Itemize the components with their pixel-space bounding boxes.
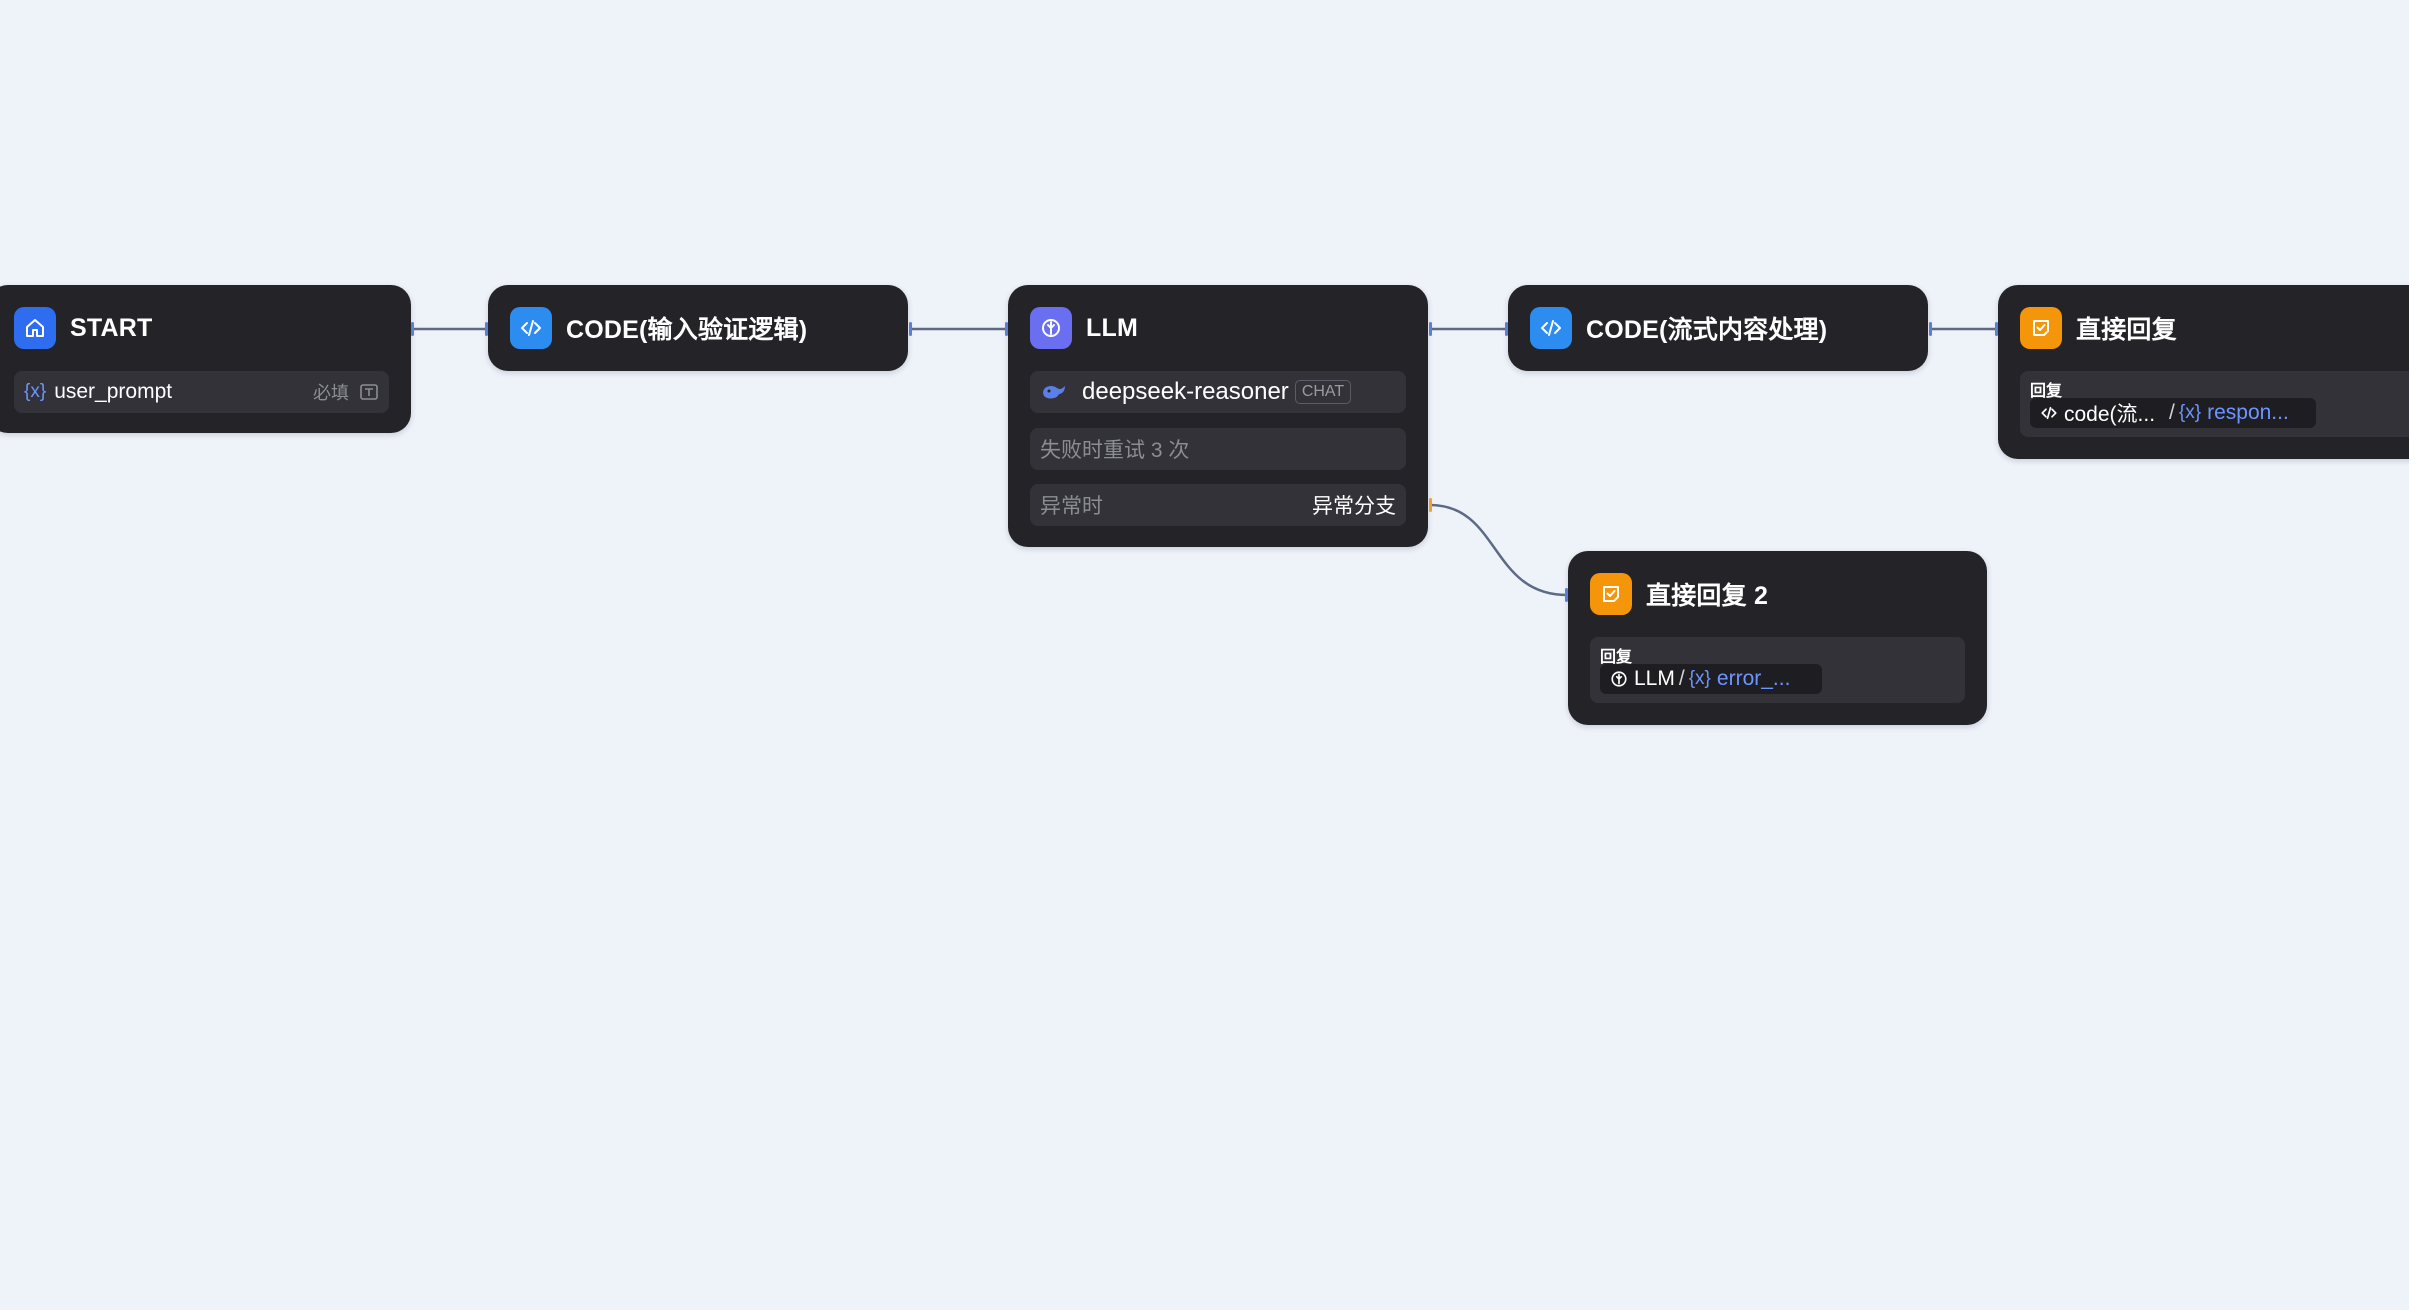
- node-title: CODE(输入验证逻辑): [566, 316, 808, 344]
- chip-source: code(流...: [2064, 403, 2156, 426]
- reply-variable-chip[interactable]: LLM / {x} error_...: [1600, 664, 1822, 694]
- code-stream-input-handle[interactable]: [1505, 322, 1508, 336]
- workflow-canvas[interactable]: START {x} user_prompt 必填 CODE(输入验证逻辑) LL…: [0, 0, 2409, 1310]
- start-output-handle[interactable]: [411, 322, 414, 336]
- text-input-icon: [359, 382, 379, 402]
- model-type-badge: CHAT: [1294, 380, 1352, 404]
- node-llm[interactable]: LLM deepseek-reasoner CHAT 失败时重试 3 次 异常时…: [1008, 285, 1428, 547]
- code-stream-output-handle[interactable]: [1929, 322, 1932, 336]
- code-validate-output-handle[interactable]: [909, 322, 912, 336]
- llm-error-row[interactable]: 异常时 异常分支: [1030, 484, 1406, 526]
- llm-icon: [1030, 307, 1072, 349]
- chip-variable: respon...: [2207, 401, 2289, 424]
- node-code-stream[interactable]: CODE(流式内容处理): [1508, 285, 1928, 371]
- chip-source: LLM: [1634, 667, 1675, 690]
- code-icon: [1530, 307, 1572, 349]
- deepseek-whale-icon: [1040, 381, 1068, 403]
- reply-variable-chip[interactable]: code(流... / {x} respon...: [2030, 398, 2316, 428]
- node-title: START: [70, 313, 153, 342]
- error-label: 异常时: [1040, 495, 1103, 518]
- code-validate-input-handle[interactable]: [485, 322, 488, 336]
- edges-layer: [413, 327, 1997, 597]
- retry-text: 失败时重试 3 次: [1040, 439, 1190, 462]
- variable-icon: {x}: [24, 381, 47, 402]
- node-title: 直接回复 2: [1646, 582, 1769, 610]
- reply-content[interactable]: 回复 code(流... / {x} respon...: [2020, 371, 2409, 437]
- reply-check-icon: [2020, 307, 2062, 349]
- llm-output-handle[interactable]: [1429, 322, 1432, 336]
- llm-error-handle[interactable]: [1429, 498, 1432, 512]
- start-variable-row[interactable]: {x} user_prompt 必填: [14, 371, 389, 413]
- node-title: CODE(流式内容处理): [1586, 316, 1828, 344]
- reply2-input-handle[interactable]: [1565, 588, 1568, 602]
- variable-icon: {x}: [2178, 402, 2202, 423]
- reply-content[interactable]: 回复 LLM / {x} error_...: [1590, 637, 1965, 703]
- llm-icon: [1610, 670, 1628, 688]
- node-title: LLM: [1086, 313, 1138, 342]
- node-code-validate[interactable]: CODE(输入验证逻辑): [488, 285, 908, 371]
- reply-check-icon: [1590, 573, 1632, 615]
- required-tag: 必填: [313, 383, 349, 403]
- home-icon: [14, 307, 56, 349]
- chip-separator: /: [2169, 401, 2175, 424]
- code-icon: [2040, 404, 2058, 422]
- error-branch-value: 异常分支: [1312, 495, 1396, 518]
- code-icon: [510, 307, 552, 349]
- llm-retry-row: 失败时重试 3 次: [1030, 428, 1406, 470]
- variable-name: user_prompt: [54, 380, 173, 403]
- llm-model-row[interactable]: deepseek-reasoner CHAT: [1030, 371, 1406, 413]
- llm-input-handle[interactable]: [1005, 322, 1008, 336]
- model-name: deepseek-reasoner: [1082, 378, 1289, 405]
- chip-variable: error_...: [1716, 667, 1791, 690]
- edge-llm-error-to-reply2: [1429, 503, 1568, 597]
- variable-icon: {x}: [1688, 668, 1711, 689]
- node-start[interactable]: START {x} user_prompt 必填: [0, 285, 411, 433]
- chip-separator: /: [1678, 667, 1685, 690]
- node-direct-reply-2[interactable]: 直接回复 2 回复 LLM / {x} error_...: [1568, 551, 1987, 725]
- node-title: 直接回复: [2076, 316, 2177, 344]
- node-direct-reply[interactable]: 直接回复 回复 code(流... / {x} respon...: [1998, 285, 2409, 459]
- reply-input-handle[interactable]: [1995, 322, 1998, 336]
